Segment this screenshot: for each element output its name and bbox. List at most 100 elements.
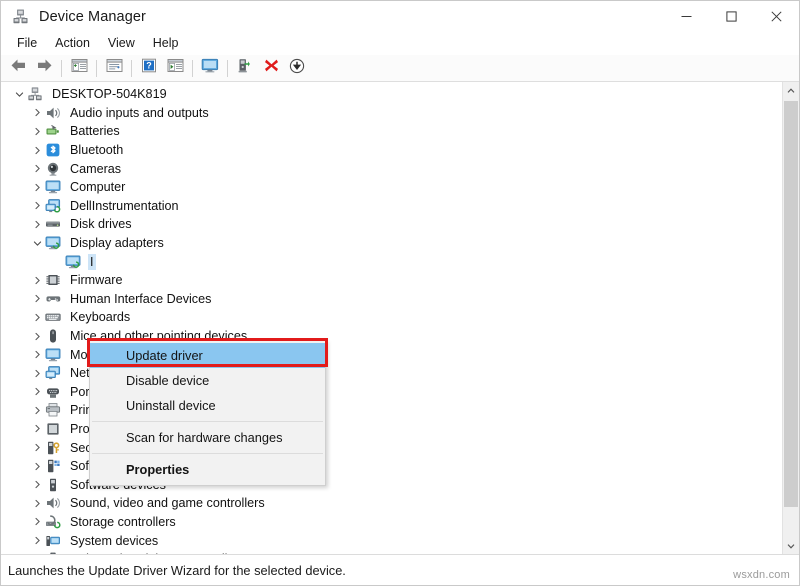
device-manager-window: Device Manager File Action View Help [0,0,800,586]
tree-node-label: DellInstrumentation [68,198,181,214]
scroll-thumb[interactable] [784,101,798,507]
device-tree-pane: DESKTOP-504K819 Audio inputs and outputs [1,82,799,555]
chevron-right-icon[interactable] [29,276,45,285]
device-manager-icon [12,8,29,25]
chevron-down-icon[interactable] [11,90,27,99]
back-button[interactable] [6,57,30,80]
context-item-label: Disable device [126,373,209,388]
tree-node-label: I [88,254,96,270]
chevron-right-icon[interactable] [29,387,45,396]
monitor-icon [45,179,63,195]
forward-button[interactable] [32,57,56,80]
chevron-right-icon[interactable] [29,443,45,452]
chevron-right-icon[interactable] [29,499,45,508]
tree-node-label: Display adapters [68,235,166,251]
tree-node-bluetooth[interactable]: Bluetooth [1,141,782,160]
update-driver-button[interactable] [233,57,257,80]
storage-controller-icon [45,514,63,530]
menu-file[interactable]: File [8,34,46,54]
tree-node-disk-drives[interactable]: Disk drives [1,215,782,234]
context-item-label: Properties [126,462,189,477]
speaker-icon [45,105,63,121]
chevron-right-icon[interactable] [29,462,45,471]
tree-node-cameras[interactable]: Cameras [1,159,782,178]
close-button[interactable] [754,1,799,32]
tree-node-storage-controllers[interactable]: Storage controllers [1,513,782,532]
tree-node-display-adapters[interactable]: Display adapters [1,234,782,253]
properties-button[interactable] [102,57,126,80]
chevron-right-icon[interactable] [29,127,45,136]
camera-icon [45,161,63,177]
minimize-button[interactable] [664,1,709,32]
tree-node-label: Disk drives [68,216,134,232]
hid-icon [45,291,63,307]
context-scan-hardware-changes[interactable]: Scan for hardware changes [90,425,325,450]
show-hide-action-pane-button[interactable] [163,57,187,80]
monitor-icon [45,347,63,363]
menu-help[interactable]: Help [144,34,188,54]
chevron-right-icon[interactable] [29,146,45,155]
tree-node-display-adapter-device[interactable]: I [1,252,782,271]
forward-arrow-icon [36,58,53,78]
show-hide-console-tree-button[interactable] [67,57,91,80]
scroll-up-arrow[interactable] [783,82,799,99]
context-properties[interactable]: Properties [90,457,325,482]
chevron-right-icon[interactable] [29,517,45,526]
tree-node-label: Firmware [68,272,124,288]
context-update-driver[interactable]: Update driver [90,343,325,368]
chevron-right-icon[interactable] [29,164,45,173]
tree-node-keyboards[interactable]: Keyboards [1,308,782,327]
disable-device-button[interactable] [285,57,309,80]
chevron-right-icon[interactable] [29,480,45,489]
software-device-icon [45,477,63,493]
tree-node-audio-inputs-and-outputs[interactable]: Audio inputs and outputs [1,104,782,123]
tree-node-firmware[interactable]: Firmware [1,271,782,290]
system-device-icon [45,533,63,549]
help-button[interactable]: ? [137,57,161,80]
chevron-right-icon[interactable] [29,201,45,210]
tree-node-root[interactable]: DESKTOP-504K819 [1,85,782,104]
chevron-right-icon[interactable] [29,350,45,359]
bluetooth-icon [45,142,63,158]
processor-icon [45,421,63,437]
disk-drive-icon [45,216,63,232]
scan-for-hardware-changes-button[interactable] [198,57,222,80]
uninstall-device-button[interactable] [259,57,283,80]
action-pane-icon [167,58,184,78]
window-controls [664,1,799,32]
tree-node-human-interface-devices[interactable]: Human Interface Devices [1,290,782,309]
context-disable-device[interactable]: Disable device [90,368,325,393]
chevron-right-icon[interactable] [29,332,45,341]
chevron-right-icon[interactable] [29,406,45,415]
firmware-icon [45,272,63,288]
context-menu: Update driver Disable device Uninstall d… [89,340,326,486]
update-driver-icon [237,58,254,79]
tree-node-computer[interactable]: Computer [1,178,782,197]
chevron-right-icon[interactable] [29,536,45,545]
tree-node-sound-video-game-controllers[interactable]: Sound, video and game controllers [1,494,782,513]
chevron-right-icon[interactable] [29,108,45,117]
scroll-down-arrow[interactable] [783,537,799,554]
mouse-icon [45,328,63,344]
chevron-right-icon[interactable] [29,424,45,433]
chevron-down-icon[interactable] [29,239,45,248]
chevron-right-icon[interactable] [29,183,45,192]
chevron-right-icon[interactable] [29,369,45,378]
chevron-right-icon[interactable] [29,313,45,322]
tree-node-batteries[interactable]: Batteries [1,122,782,141]
display-adapter-icon [45,235,63,251]
properties-window-icon [106,58,123,78]
menu-bar: File Action View Help [1,32,799,55]
tree-node-dellinstrumentation[interactable]: DellInstrumentation [1,197,782,216]
tree-node-system-devices[interactable]: System devices [1,531,782,550]
context-uninstall-device[interactable]: Uninstall device [90,393,325,418]
menu-action[interactable]: Action [46,34,99,54]
menu-view[interactable]: View [99,34,144,54]
chevron-right-icon[interactable] [29,294,45,303]
tree-node-label: Audio inputs and outputs [68,105,211,121]
maximize-button[interactable] [709,1,754,32]
vertical-scrollbar[interactable] [782,82,799,554]
port-icon [45,384,63,400]
tree-node-label: Computer [68,179,127,195]
chevron-right-icon[interactable] [29,220,45,229]
